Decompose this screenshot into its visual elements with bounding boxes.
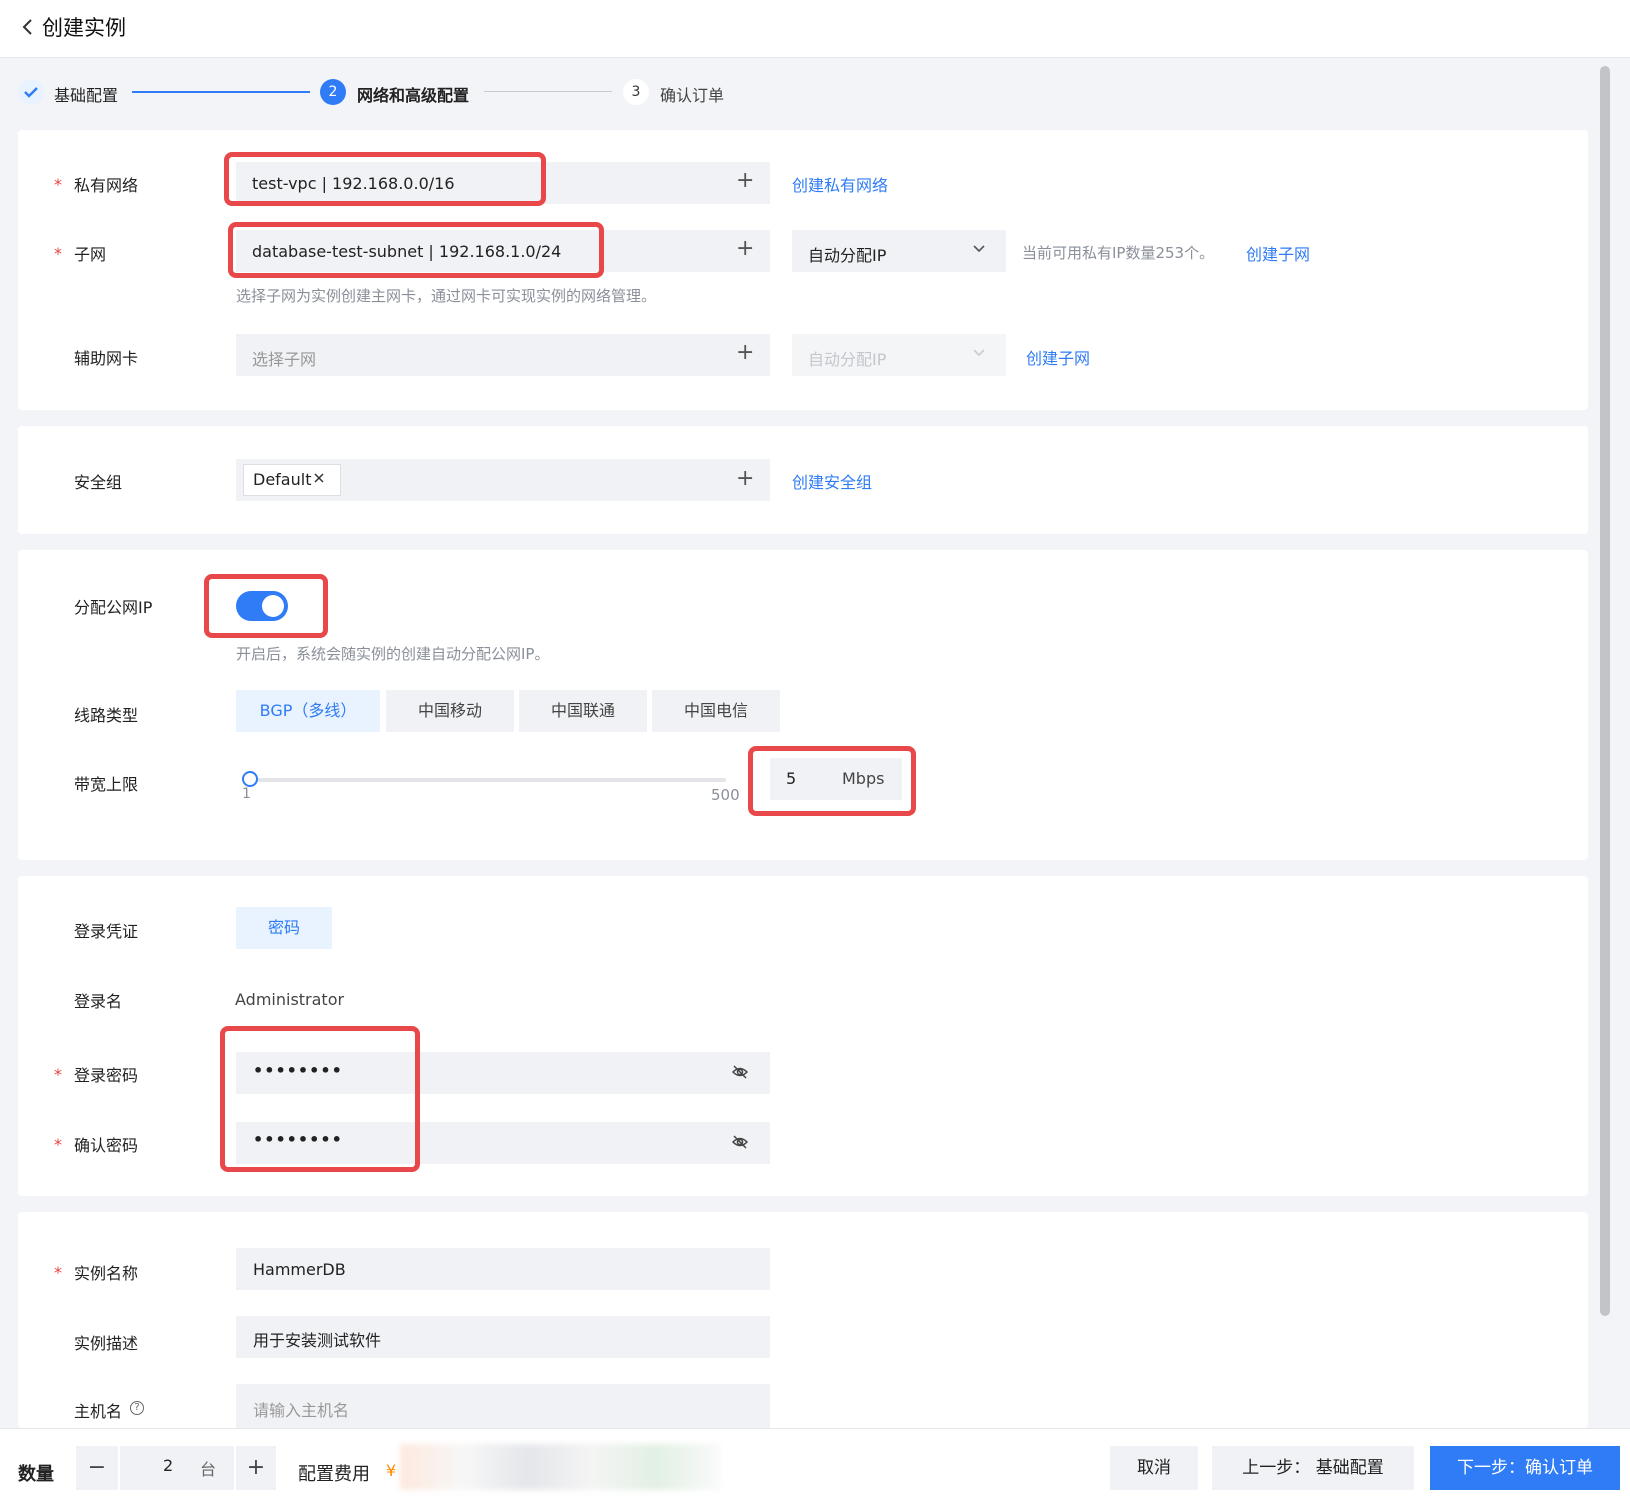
line-option-bgp[interactable]: BGP（多线） bbox=[236, 690, 380, 732]
step-done-check-icon bbox=[18, 79, 44, 105]
next-step-button[interactable]: 下一步：确认订单 bbox=[1430, 1446, 1620, 1490]
step-3-label: 确认订单 bbox=[660, 86, 725, 105]
increment-button[interactable]: + bbox=[236, 1446, 276, 1490]
create-subnet-link-2[interactable]: 创建子网 bbox=[1026, 345, 1090, 369]
instance-desc-value: 用于安装测试软件 bbox=[253, 1331, 382, 1350]
bandwidth-min: 1 bbox=[242, 786, 251, 802]
quantity-value[interactable]: 2 bbox=[163, 1456, 173, 1475]
create-vpc-link[interactable]: 创建私有网络 bbox=[792, 172, 888, 196]
credential-option-password[interactable]: 密码 bbox=[236, 907, 332, 949]
highlight-box bbox=[748, 746, 916, 816]
required-mark: * bbox=[54, 1065, 62, 1084]
eye-off-icon[interactable] bbox=[731, 1063, 749, 1081]
fee-amount-blurred bbox=[400, 1444, 720, 1490]
page-title: 创建实例 bbox=[42, 16, 126, 40]
bandwidth-slider-handle[interactable] bbox=[242, 771, 258, 787]
stepper bbox=[0, 58, 1598, 130]
decrement-button[interactable]: − bbox=[76, 1446, 118, 1490]
nic-placeholder: 选择子网 bbox=[252, 350, 317, 369]
instance-desc-label: 实例描述 bbox=[74, 1334, 139, 1353]
bandwidth-slider-track[interactable] bbox=[246, 778, 726, 782]
nic-select[interactable] bbox=[236, 334, 770, 376]
subnet-hint: 选择子网为实例创建主网卡，通过网卡可实现实例的网络管理。 bbox=[236, 287, 657, 305]
nic-add-icon[interactable]: + bbox=[736, 342, 754, 364]
help-icon[interactable]: ? bbox=[130, 1401, 144, 1415]
nic-ip-mode-value: 自动分配IP bbox=[808, 350, 887, 369]
line-option-mobile[interactable]: 中国移动 bbox=[386, 690, 514, 732]
step-2-number: 2 bbox=[320, 79, 346, 105]
page-header bbox=[0, 0, 1630, 58]
required-mark: * bbox=[54, 244, 62, 263]
highlight-box bbox=[224, 152, 546, 206]
line-type-label: 线路类型 bbox=[74, 706, 139, 725]
required-mark: * bbox=[54, 175, 62, 194]
highlight-box bbox=[204, 574, 328, 638]
required-mark: * bbox=[54, 1135, 62, 1154]
vpc-label: 私有网络 bbox=[74, 176, 139, 195]
cancel-button[interactable]: 取消 bbox=[1110, 1446, 1198, 1490]
vpc-add-icon[interactable]: + bbox=[736, 170, 754, 192]
login-name-value: Administrator bbox=[235, 990, 345, 1009]
password-label: 登录密码 bbox=[74, 1066, 139, 1085]
highlight-box bbox=[220, 1026, 420, 1172]
eye-off-icon[interactable] bbox=[731, 1133, 749, 1151]
scrollbar-thumb[interactable] bbox=[1600, 66, 1610, 1316]
highlight-box bbox=[228, 222, 604, 278]
step-3-number: 3 bbox=[623, 79, 649, 105]
quantity-unit: 台 bbox=[200, 1460, 217, 1479]
confirm-password-label: 确认密码 bbox=[74, 1136, 139, 1155]
divider bbox=[118, 1446, 120, 1490]
hostname-placeholder: 请输入主机名 bbox=[253, 1401, 350, 1420]
fee-currency: ¥ bbox=[386, 1461, 397, 1480]
back-arrow-icon[interactable] bbox=[18, 15, 38, 39]
close-icon[interactable] bbox=[313, 472, 325, 484]
create-security-group-link[interactable]: 创建安全组 bbox=[792, 469, 872, 493]
instance-name-value: HammerDB bbox=[253, 1260, 346, 1279]
required-mark: * bbox=[54, 1263, 62, 1282]
login-name-label: 登录名 bbox=[74, 992, 123, 1011]
line-option-telecom[interactable]: 中国电信 bbox=[652, 690, 780, 732]
security-group-tag-text: Default bbox=[253, 470, 312, 489]
chevron-down-icon bbox=[973, 349, 985, 357]
fee-label: 配置费用 bbox=[298, 1464, 370, 1485]
nic-label: 辅助网卡 bbox=[74, 349, 139, 368]
bandwidth-max: 500 bbox=[711, 786, 740, 804]
quantity-label: 数量 bbox=[18, 1464, 54, 1485]
prev-step-button[interactable]: 上一步： 基础配置 bbox=[1212, 1446, 1414, 1490]
public-ip-label: 分配公网IP bbox=[74, 598, 153, 617]
security-add-icon[interactable]: + bbox=[736, 468, 754, 490]
subnet-label: 子网 bbox=[74, 245, 107, 264]
create-subnet-link[interactable]: 创建子网 bbox=[1246, 241, 1310, 265]
subnet-add-icon[interactable]: + bbox=[736, 238, 754, 260]
line-option-unicom[interactable]: 中国联通 bbox=[519, 690, 647, 732]
bandwidth-label: 带宽上限 bbox=[74, 775, 139, 794]
step-2-label: 网络和高级配置 bbox=[357, 86, 470, 105]
security-group-label: 安全组 bbox=[74, 473, 123, 492]
instance-name-label: 实例名称 bbox=[74, 1264, 139, 1283]
step-1-label: 基础配置 bbox=[54, 86, 119, 105]
hostname-label: 主机名 bbox=[74, 1402, 123, 1421]
login-credential-label: 登录凭证 bbox=[74, 922, 139, 941]
subnet-available-text: 当前可用私有IP数量253个。 bbox=[1022, 244, 1215, 262]
public-ip-hint: 开启后，系统会随实例的创建自动分配公网IP。 bbox=[236, 645, 550, 663]
step-connector bbox=[484, 91, 612, 92]
subnet-ip-mode-value: 自动分配IP bbox=[808, 246, 887, 265]
chevron-down-icon bbox=[973, 245, 985, 253]
step-connector bbox=[132, 91, 310, 93]
